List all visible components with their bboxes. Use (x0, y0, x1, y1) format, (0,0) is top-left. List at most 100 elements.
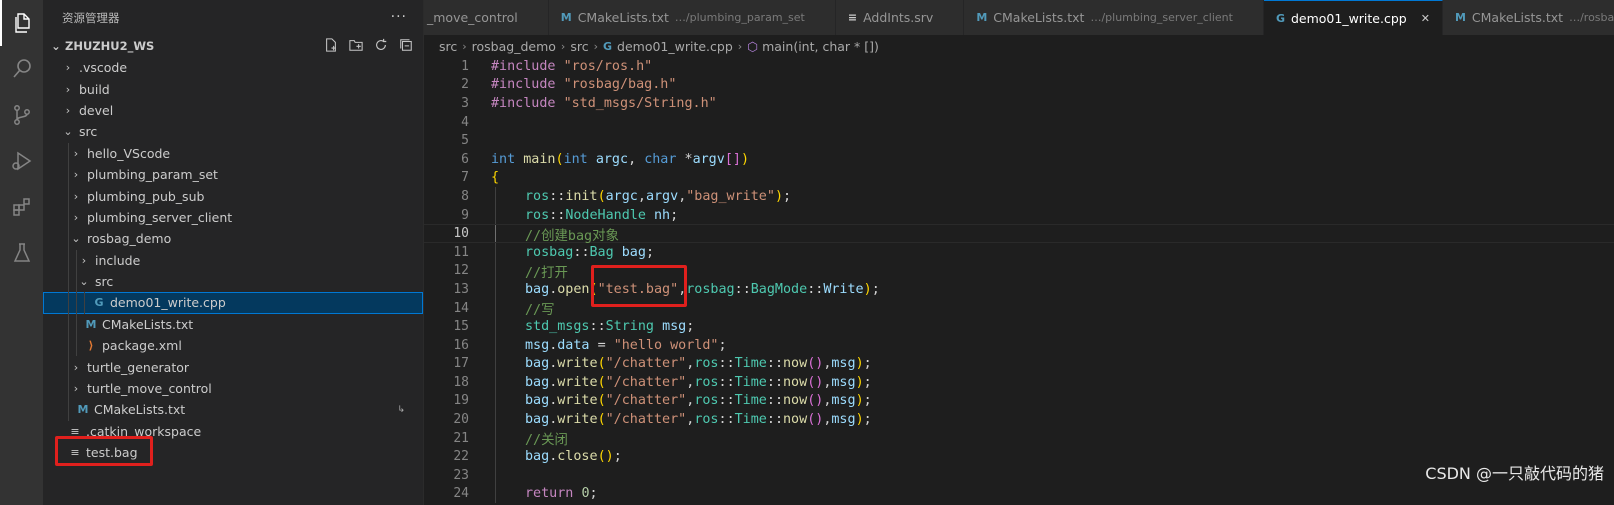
tree-folder[interactable]: ⌄ rosbag_demo (43, 228, 423, 250)
cmake-file-icon: M (976, 11, 988, 24)
line-number: 8 (461, 188, 469, 204)
editor-tab[interactable]: M CMakeLists.txt …/plumbing_server_client (964, 0, 1264, 35)
code-line[interactable]: 15 std_msgs:: String msg; (424, 317, 1614, 336)
chevron-right-icon: › (65, 82, 71, 96)
workspace-header[interactable]: ⌄ ZHUZHU2_WS (43, 35, 423, 57)
tree-item-label: build (79, 81, 110, 97)
code-line[interactable]: 2 #include "rosbag/bag.h" (424, 76, 1614, 95)
indent-guide (495, 225, 496, 242)
code-line[interactable]: 16 msg. data = "hello world"; (424, 335, 1614, 355)
tree-folder[interactable]: › plumbing_pub_sub (43, 185, 423, 207)
breadcrumb-item[interactable]: rosbag_demo (472, 39, 556, 54)
code-line[interactable]: 20 bag. write("/chatter", ros:: Time:: now(),… (424, 410, 1614, 429)
files-icon (14, 13, 30, 33)
tree-file[interactable]: ⟩ package.xml (43, 335, 423, 357)
code-text: //打开 (525, 265, 568, 281)
code-line[interactable]: 4 (424, 113, 1614, 132)
indent-guide (495, 187, 496, 206)
editor-tab[interactable]: M CMakeLists.txt …/plumbing_param_set (548, 0, 836, 35)
code-line[interactable]: 8 ros:: init(argc, argv, "bag_write"); (424, 187, 1614, 206)
tab-label: AddInts.srv (863, 10, 934, 25)
tree-folder[interactable]: › include (43, 249, 423, 271)
editor-tab[interactable]: Gdemo01_write.cpp ✕ (1263, 0, 1443, 35)
tab-description: …/plumbing_server_client (1090, 11, 1233, 24)
code-line[interactable]: 3 #include "std_msgs/String.h" (424, 94, 1614, 113)
breadcrumb-item[interactable]: main(int, char * []) (762, 39, 879, 54)
code-line[interactable]: 18 bag. write("/chatter", ros:: Time:: now(),… (424, 373, 1614, 392)
code-line[interactable]: 5 (424, 131, 1614, 150)
tree-folder[interactable]: ⌄ src (43, 270, 423, 293)
line-number: 4 (461, 114, 469, 130)
indent-guide (495, 484, 496, 504)
tree-folder[interactable]: › turtle_generator (43, 356, 423, 378)
breadcrumb-item[interactable]: src (570, 39, 588, 54)
tree-file[interactable]: Gdemo01_write.cpp (43, 292, 423, 314)
new-file-icon[interactable] (322, 36, 340, 54)
explorer-activity-button[interactable] (0, 0, 43, 46)
tree-folder[interactable]: › plumbing_server_client (43, 206, 423, 229)
tree-item-label: turtle_move_control (87, 381, 212, 397)
code-text: bag. open("test.bag", rosbag:: BagMode:: Wri… (525, 281, 880, 297)
code-text: #include "std_msgs/String.h" (491, 95, 717, 111)
more-actions-icon[interactable]: ··· (391, 9, 407, 25)
editor-tab[interactable]: ≡ AddInts.srv (835, 0, 965, 35)
tab-description: …/rosbag_de (1569, 11, 1614, 24)
tree-folder[interactable]: › build (43, 78, 423, 99)
breadcrumb-item[interactable]: src (439, 39, 457, 54)
indent-guide (495, 242, 496, 262)
code-line[interactable]: 19 bag. write("/chatter", ros:: Time:: now(),… (424, 391, 1614, 411)
code-text: return 0; (525, 486, 598, 502)
refresh-icon[interactable] (372, 36, 390, 54)
code-line[interactable]: 7{ (424, 169, 1614, 188)
code-text: bag. write("/chatter", ros:: Time:: now(), ms… (525, 374, 872, 390)
new-folder-icon[interactable] (347, 36, 365, 54)
line-number: 17 (453, 356, 469, 372)
line-number: 14 (453, 300, 469, 316)
source-control-activity-button[interactable] (0, 92, 43, 138)
run-debug-activity-button[interactable] (0, 138, 43, 184)
code-line[interactable]: 21 //关闭 (424, 428, 1614, 448)
tree-file[interactable]: M CMakeLists.txt ↳ (43, 399, 423, 421)
code-line[interactable]: 24 return 0; (424, 484, 1614, 504)
chevron-right-icon: › (81, 253, 87, 267)
method-symbol-icon: ⬡ (747, 38, 759, 54)
chevron-right-icon: › (65, 103, 71, 117)
testing-activity-button[interactable] (0, 230, 43, 276)
chevron-down-icon: ⌄ (79, 275, 89, 289)
activity-bar (0, 0, 43, 505)
cpp-file-icon: G (1275, 11, 1285, 25)
tree-folder[interactable]: ⌄ src (43, 121, 423, 142)
editor-tab[interactable]: _move_control (424, 0, 549, 35)
tree-item-label: devel (79, 102, 114, 118)
tree-folder[interactable]: › .vscode (43, 57, 423, 78)
tree-folder[interactable]: › hello_VScode (43, 142, 423, 164)
code-line[interactable]: 9 ros:: NodeHandle nh; (424, 205, 1614, 225)
line-number: 12 (453, 263, 469, 279)
editor-tab[interactable]: M CMakeLists.txt …/rosbag_de (1442, 0, 1614, 35)
cmake-file-icon: M (560, 11, 572, 24)
tree-folder[interactable]: › turtle_move_control (43, 377, 423, 400)
tab-description: …/plumbing_param_set (674, 11, 805, 24)
code-line[interactable]: 6 int main(int argc, char * argv[]) (424, 150, 1614, 169)
tree-folder[interactable]: › devel (43, 100, 423, 121)
indent-guide (495, 447, 496, 467)
breadcrumb-item[interactable]: demo01_write.cpp (617, 39, 733, 54)
code-line[interactable]: 11 rosbag:: Bag bag; (424, 242, 1614, 262)
code-line[interactable]: 17 bag. write("/chatter", ros:: Time:: now(),… (424, 354, 1614, 374)
line-number: 20 (453, 412, 469, 428)
cpp-file-icon: G (602, 39, 613, 53)
line-number: 21 (453, 430, 469, 446)
close-tab-icon[interactable]: ✕ (1421, 12, 1430, 25)
indent-guide (495, 354, 496, 374)
search-activity-button[interactable] (0, 46, 43, 92)
tree-folder[interactable]: › plumbing_param_set (43, 163, 423, 186)
code-line[interactable]: 1 #include "ros/ros.h" (424, 57, 1614, 76)
chevron-right-icon: › (73, 360, 79, 374)
text-file-icon: ≡ (847, 11, 858, 24)
collapse-all-icon[interactable] (397, 36, 415, 54)
file-tree: › .vscode › build › devel ⌄ src › hello_VScode › pl… (43, 57, 423, 463)
tree-file[interactable]: M CMakeLists.txt (43, 313, 423, 336)
code-line[interactable]: 10 //创建bag对象 (424, 224, 1614, 244)
extensions-activity-button[interactable] (0, 184, 43, 230)
tab-label: CMakeLists.txt (1471, 10, 1564, 25)
